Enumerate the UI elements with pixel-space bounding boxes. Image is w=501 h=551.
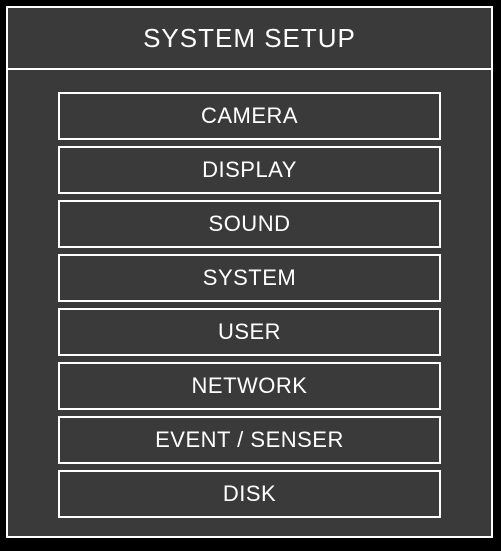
menu-item-label: SOUND [209, 211, 291, 237]
menu-item-label: SYSTEM [203, 265, 296, 291]
menu-item-label: DISK [223, 481, 276, 507]
menu-item-network[interactable]: NETWORK [58, 362, 441, 410]
menu-list: CAMERA DISPLAY SOUND SYSTEM USER NETWORK… [8, 70, 491, 540]
menu-item-label: DISPLAY [202, 157, 297, 183]
menu-item-event-senser[interactable]: EVENT / SENSER [58, 416, 441, 464]
menu-item-display[interactable]: DISPLAY [58, 146, 441, 194]
page-title: SYSTEM SETUP [143, 23, 356, 54]
menu-item-label: EVENT / SENSER [155, 427, 344, 453]
menu-item-label: NETWORK [192, 373, 308, 399]
menu-item-camera[interactable]: CAMERA [58, 92, 441, 140]
title-bar: SYSTEM SETUP [8, 8, 491, 70]
menu-item-label: USER [218, 319, 281, 345]
menu-item-label: CAMERA [201, 103, 298, 129]
menu-item-disk[interactable]: DISK [58, 470, 441, 518]
system-setup-panel: SYSTEM SETUP CAMERA DISPLAY SOUND SYSTEM… [6, 6, 493, 538]
menu-item-sound[interactable]: SOUND [58, 200, 441, 248]
menu-item-system[interactable]: SYSTEM [58, 254, 441, 302]
menu-item-user[interactable]: USER [58, 308, 441, 356]
